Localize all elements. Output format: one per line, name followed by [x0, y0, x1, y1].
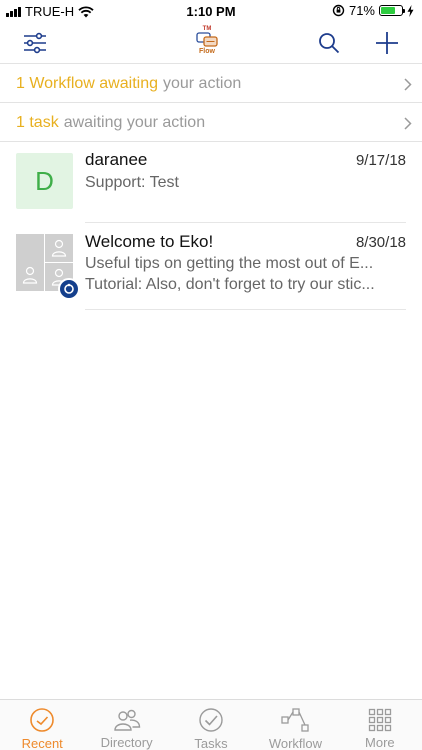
conversation-preview: Support: Test — [85, 174, 179, 191]
conversation-preview-secondary: Tutorial: Also, don't forget to try our … — [85, 276, 375, 293]
filter-button[interactable] — [22, 30, 48, 56]
app-logo: TM Flow — [192, 26, 222, 60]
divider — [85, 222, 406, 223]
task-awaiting-banner[interactable]: 1 task awaiting your action — [0, 104, 422, 142]
chevron-right-icon — [404, 78, 412, 91]
group-avatar — [16, 234, 80, 300]
add-button[interactable] — [374, 30, 400, 56]
avatar: D — [16, 153, 73, 209]
battery-percent: 71% — [348, 3, 375, 18]
status-bar: TRUE-H 1:10 PM 71% — [0, 0, 422, 22]
tab-label: Recent — [21, 736, 63, 750]
divider — [85, 309, 406, 310]
conversation-date: 8/30/18 — [355, 234, 406, 251]
workflow-banner-text: your action — [162, 74, 242, 92]
search-button[interactable] — [316, 30, 342, 56]
conversation-preview: Useful tips on getting the most out of E… — [85, 255, 374, 272]
workflow-awaiting-banner[interactable]: 1 Workflow awaiting your action — [0, 65, 422, 103]
clock-icon — [28, 707, 56, 733]
tab-bar: Recent Directory Tasks Workflow More — [0, 699, 422, 750]
charging-icon — [407, 4, 414, 17]
tab-label: More — [365, 735, 395, 750]
person-icon — [51, 239, 67, 257]
task-count-text: 1 task — [16, 113, 59, 131]
tab-tasks[interactable]: Tasks — [169, 700, 253, 750]
group-avatar-cell — [16, 234, 44, 291]
workflow-count-text: 1 Workflow awaiting — [16, 74, 158, 92]
conversation-item-daranee[interactable]: D daranee 9/17/18 Support: Test — [0, 143, 422, 223]
person-icon — [22, 266, 38, 284]
search-icon — [319, 33, 340, 54]
orientation-lock-icon — [332, 4, 345, 17]
chevron-right-icon — [404, 117, 412, 130]
conversation-title: daranee — [85, 150, 148, 169]
logo-caption: Flow — [199, 48, 215, 55]
chat-bubbles-icon — [196, 32, 218, 47]
workflow-icon — [281, 707, 310, 733]
tab-directory[interactable]: Directory — [84, 700, 168, 750]
tab-workflow[interactable]: Workflow — [253, 700, 337, 750]
grid-icon — [366, 707, 394, 732]
tab-label: Tasks — [194, 736, 228, 750]
channel-badge-icon — [58, 278, 80, 300]
plus-icon — [376, 32, 398, 54]
tab-label: Directory — [100, 735, 153, 750]
tab-more[interactable]: More — [338, 700, 422, 750]
battery-icon — [379, 5, 405, 16]
checkmark-circle-icon — [197, 707, 225, 733]
status-right: 71% — [332, 3, 414, 18]
nav-bar: TM Flow — [0, 22, 422, 64]
tab-recent[interactable]: Recent — [0, 700, 84, 750]
group-avatar-cell — [45, 234, 73, 262]
conversation-date: 9/17/18 — [355, 152, 406, 169]
conversation-item-welcome[interactable]: Welcome to Eko! 8/30/18 Useful tips on g… — [0, 224, 422, 310]
tab-label: Workflow — [268, 736, 323, 750]
task-banner-text: awaiting your action — [63, 113, 206, 131]
conversation-title: Welcome to Eko! — [85, 232, 214, 251]
people-icon — [113, 707, 141, 732]
battery-level — [381, 7, 396, 14]
loop-icon — [64, 283, 74, 294]
filter-sliders-icon — [24, 32, 46, 54]
